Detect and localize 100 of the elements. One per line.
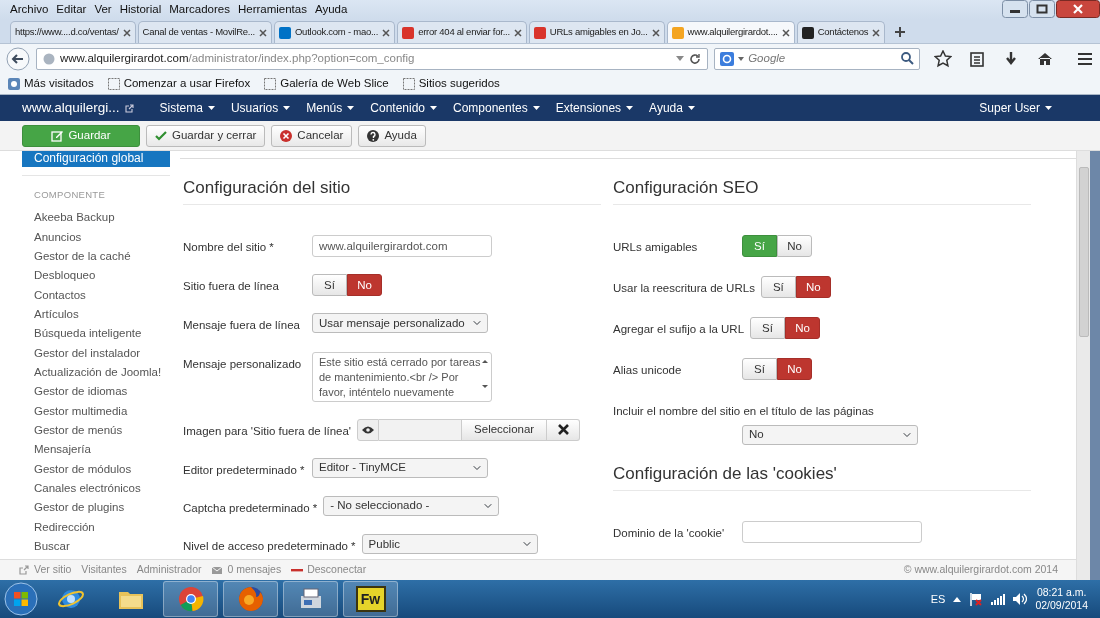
sidebar-item[interactable]: Anuncios — [22, 227, 180, 247]
sidebar-item[interactable]: Redirección — [22, 517, 180, 538]
sidebar-item[interactable]: Artículos — [22, 304, 180, 325]
search-field[interactable]: Google — [748, 49, 897, 68]
sidebar-item[interactable]: Gestor de la caché — [22, 246, 180, 267]
menu-dropdown[interactable]: Menús — [298, 99, 363, 117]
menu-dropdown[interactable]: Componentes — [445, 99, 548, 117]
browser-tab[interactable]: Outlook.com - mao... — [273, 21, 396, 43]
sidebar-item[interactable]: Gestor de idiomas — [22, 382, 180, 402]
close-button[interactable] — [1056, 0, 1100, 18]
sidebar-item[interactable]: Gestor de plugins — [22, 498, 180, 518]
bookmark-link[interactable]: Comenzar a usar Firefox — [107, 74, 251, 93]
toggle-option[interactable]: No — [777, 358, 812, 381]
sidebar-item[interactable]: Gestor multimedia — [22, 401, 180, 422]
star-icon[interactable] — [934, 49, 952, 68]
sidebar-item[interactable]: Gestor de menús — [22, 421, 180, 441]
image-path-field[interactable] — [379, 418, 463, 441]
sidebar-item[interactable]: Contactos — [22, 285, 180, 305]
signal-icon[interactable] — [991, 593, 1006, 605]
flag-icon[interactable] — [969, 592, 984, 606]
menu-item[interactable]: Ayuda — [310, 0, 352, 19]
clipboard-icon[interactable] — [968, 49, 986, 68]
cancel-button[interactable]: Cancelar — [271, 124, 353, 147]
toggle-option[interactable]: Sí — [750, 317, 786, 340]
footer-link[interactable]: 0 mensajes — [211, 562, 282, 578]
browser-tab[interactable]: URLs amigables en Jo... — [528, 21, 665, 43]
dropdown[interactable]: Usar mensaje personalizado — [312, 313, 488, 334]
sidebar-item[interactable]: Buscar — [22, 537, 180, 557]
bookmark-link[interactable]: Sitios sugeridos — [402, 74, 500, 93]
sidebar-item[interactable]: Canales electrónicos — [22, 479, 180, 499]
close-icon[interactable] — [872, 28, 881, 37]
menu-item[interactable]: Marcadores — [165, 0, 234, 19]
close-icon[interactable] — [382, 28, 391, 37]
taskbar-button[interactable] — [163, 581, 218, 617]
sidebar-item[interactable]: Gestor del instalador — [22, 343, 180, 363]
back-button[interactable] — [6, 46, 30, 71]
browser-tab[interactable]: www.alquilergirardot.... — [666, 21, 795, 43]
close-icon[interactable] — [651, 28, 660, 37]
menu-dropdown[interactable]: Contenido — [362, 99, 445, 117]
sidebar-item[interactable]: Akeeba Backup — [22, 208, 180, 228]
sidebar-item[interactable]: Búsqueda inteligente — [22, 324, 180, 344]
search-engine-icon[interactable] — [720, 51, 735, 66]
browser-tab[interactable]: error 404 al enviar for... — [397, 21, 527, 43]
toggle-option[interactable]: No — [777, 235, 812, 258]
select-button[interactable]: Seleccionar — [462, 418, 548, 441]
search-bar[interactable]: Google — [714, 47, 920, 70]
toggle-option[interactable]: Sí — [742, 358, 777, 381]
address-field[interactable]: www.alquilergirardot.com/administrator/index.php?option=com_config — [36, 47, 709, 70]
toggle-option[interactable]: Sí — [760, 276, 796, 299]
bookmark-link[interactable]: Galería de Web Slice — [264, 74, 389, 93]
save-close-button[interactable]: Guardar y cerrar — [146, 124, 266, 147]
search-icon[interactable] — [901, 52, 914, 65]
volume-icon[interactable] — [1013, 593, 1028, 605]
bookmark-link[interactable]: Más visitados — [8, 74, 94, 93]
menu-item[interactable]: Archivo — [6, 0, 53, 19]
toggle-option[interactable]: No — [795, 276, 831, 299]
text-area[interactable]: Este sitio está cerrado por tareas de mantenimiento.<br /> Por favor, inténtelo nuevamente — [312, 351, 492, 402]
sidebar-item[interactable]: Configuración global — [22, 151, 170, 167]
menu-item[interactable]: Ver — [90, 0, 116, 19]
menu-item[interactable]: Herramientas — [233, 0, 311, 19]
taskbar-button[interactable] — [283, 581, 338, 617]
taskbar-button[interactable] — [223, 581, 278, 617]
browser-tab[interactable]: Contáctenos — [796, 21, 886, 43]
maximize-button[interactable] — [1029, 0, 1055, 18]
menu-dropdown[interactable]: Extensiones — [547, 99, 642, 117]
clear-button[interactable] — [547, 418, 581, 441]
sidebar-item[interactable]: Mensajería — [22, 440, 180, 460]
minimize-button[interactable] — [1002, 0, 1028, 18]
close-icon[interactable] — [122, 28, 131, 37]
clock-time[interactable]: 08:21 a.m. — [1035, 586, 1088, 599]
dropdown-icon[interactable] — [676, 56, 685, 61]
menu-item[interactable]: Editar — [52, 0, 91, 19]
start-button[interactable] — [4, 582, 38, 616]
dropdown[interactable]: - No seleccionado - — [323, 495, 500, 516]
text-field[interactable] — [742, 521, 922, 544]
menu-dropdown[interactable]: Ayuda — [641, 99, 703, 117]
sidebar-item[interactable]: Desbloqueo — [22, 266, 180, 286]
dropdown[interactable]: No — [742, 424, 918, 445]
dropdown[interactable]: Editor - TinyMCE — [312, 457, 488, 478]
reload-icon[interactable] — [689, 52, 702, 65]
sidebar-item[interactable]: Gestor de módulos — [22, 459, 180, 480]
close-icon[interactable] — [258, 28, 267, 37]
menu-dropdown[interactable]: Super User — [971, 99, 1060, 117]
chevron-icon[interactable] — [953, 596, 962, 602]
browser-tab[interactable]: https://www....d.co/ventas/ — [10, 21, 136, 43]
scrollbar[interactable] — [1076, 151, 1090, 580]
sidebar-item[interactable]: Actualización de Joomla! — [22, 363, 180, 383]
dropdown[interactable]: Public — [361, 534, 538, 555]
toggle-option[interactable]: Sí — [312, 274, 347, 297]
menu-dropdown[interactable]: Usuarios — [222, 99, 299, 117]
toggle-option[interactable]: No — [347, 274, 382, 297]
browser-tab[interactable]: Canal de ventas - MovilRe... — [137, 21, 272, 43]
taskbar-button[interactable]: Fw — [343, 581, 398, 617]
menu-dropdown[interactable]: Sistema — [151, 99, 223, 117]
close-icon[interactable] — [513, 28, 522, 37]
menu-item[interactable]: Historial — [115, 0, 166, 19]
clock-date[interactable]: 02/09/2014 — [1035, 599, 1088, 612]
text-field[interactable]: www.alquilergirardot.com — [312, 235, 492, 258]
language-indicator[interactable]: ES — [930, 590, 946, 608]
site-link[interactable]: www.alquilergi... — [22, 97, 134, 119]
